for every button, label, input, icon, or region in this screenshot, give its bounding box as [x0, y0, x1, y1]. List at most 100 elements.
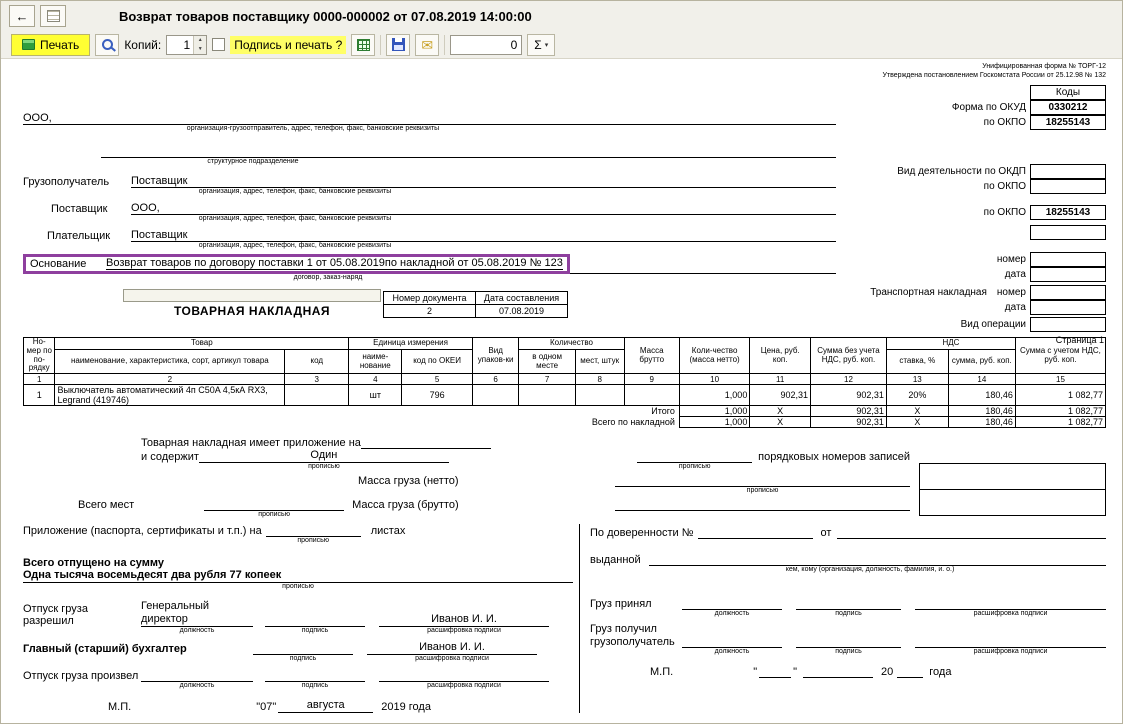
appendix-sheets-blank: [266, 524, 361, 537]
grand-total-row: Всего по накладной 1,000 X 902,31 X 180,…: [24, 417, 1106, 428]
page-number: Страница 1: [838, 335, 1106, 345]
position-caption-3: должность: [682, 610, 782, 619]
sign-print-checkbox[interactable]: [212, 38, 225, 51]
table-grid-icon: [357, 39, 370, 51]
goods-row: 1 Выключатель автоматический 4п C50A 4,5…: [24, 385, 1106, 406]
col-price-header: Цена, руб. коп.: [750, 338, 811, 374]
spin-up-icon[interactable]: ▲: [194, 36, 206, 45]
counter-input[interactable]: [450, 35, 522, 55]
consignee-value: Поставщик: [131, 175, 187, 187]
basis-highlight-box: Основание Возврат товаров по договору по…: [23, 254, 570, 274]
app-window: ← Возврат товаров поставщику 0000-000002…: [0, 0, 1123, 724]
colnum-3: 3: [285, 374, 349, 385]
number-date-table: Номер документа Дата составления 2 07.08…: [383, 291, 568, 318]
cell-pack: [472, 385, 519, 406]
totals-x2: X: [886, 406, 948, 417]
mass-net-blank: [615, 474, 910, 487]
basis-date-box: [1030, 267, 1106, 282]
proxy-label: По доверенности №: [590, 527, 694, 539]
sum-button[interactable]: Σ ▾: [527, 34, 555, 56]
codes-title-box: Коды: [1030, 85, 1106, 100]
made-position-blank: [141, 669, 253, 682]
propisyu-caption-4: прописью: [204, 511, 344, 520]
col-name-header: наименование, характеристика, сорт, арти…: [55, 350, 285, 374]
sign-print-label[interactable]: Подпись и печать ?: [230, 36, 346, 54]
spin-down-icon[interactable]: ▼: [194, 45, 206, 54]
email-button[interactable]: ✉: [415, 34, 439, 56]
save-button[interactable]: [386, 34, 410, 56]
issued-blank: [649, 553, 1106, 566]
appendix-sheets-field: прописью: [266, 524, 361, 546]
window-title: Возврат товаров поставщику 0000-000002 о…: [119, 9, 532, 24]
print-preview-document: Унифицированная форма № ТОРГ-12 Утвержде…: [1, 59, 1122, 723]
total-sum-label: Всего отпущено на сумму: [23, 554, 573, 569]
basis-date-label: дата: [1005, 269, 1026, 280]
mass-gross-box: [919, 489, 1106, 516]
copies-input[interactable]: [167, 36, 193, 54]
sheets-label: листах: [371, 525, 406, 537]
page-icon: [47, 10, 60, 22]
totals-sum: 902,31: [811, 406, 887, 417]
total-sum-words: Одна тысяча восемьдесят два рубля 77 коп…: [23, 569, 573, 583]
form-header: Унифицированная форма № ТОРГ-12 Утвержде…: [23, 63, 1106, 337]
accepted-decode-field: расшифровка подписи: [915, 597, 1106, 619]
payer-value: Поставщик: [131, 229, 187, 241]
sign-caption-2: подпись: [253, 655, 353, 664]
footer-lower-block: Приложение (паспорта, сертификаты и т.п.…: [23, 524, 1106, 713]
mass-net-field: прописью: [615, 474, 910, 496]
release-name-value: Иванов И. И.: [379, 613, 549, 627]
codes-column: Коды Форма по ОКУД0330212 по ОКПО1825514…: [838, 85, 1106, 345]
okdp-value-box: [1030, 164, 1106, 179]
supplier-value: ООО,: [131, 202, 160, 214]
made-decode-field: расшифровка подписи: [379, 669, 549, 691]
sigma-icon: Σ: [534, 38, 541, 52]
basis-underline: [570, 261, 836, 274]
totals-row: Итого 1,000 X 902,31 X 180,46 1 082,77: [24, 406, 1106, 417]
propisyu-caption-6: прописью: [23, 583, 573, 592]
report-settings-button[interactable]: [351, 34, 375, 56]
sender-caption: организация-грузоотправитель, адрес, тел…: [123, 125, 503, 132]
transport-date-label: дата: [1005, 302, 1026, 313]
grand-x1: X: [750, 417, 811, 428]
contains-count-field: Один прописью: [199, 449, 449, 472]
back-button[interactable]: ←: [9, 5, 35, 27]
basis-number-box: [1030, 252, 1106, 267]
activity-okdp-label: Вид деятельности по ОКДП: [897, 166, 1026, 177]
okpo-label-consignee: по ОКПО: [984, 181, 1026, 192]
release-name-field: Иванов И. И. расшифровка подписи: [379, 613, 549, 636]
received-position-field: должность: [682, 635, 782, 657]
colnum-15: 15: [1015, 374, 1105, 385]
transport-number-box: [1030, 285, 1106, 300]
totals-x1: X: [750, 406, 811, 417]
printer-icon: [22, 39, 35, 50]
titlebar: ← Возврат товаров поставщику 0000-000002…: [1, 1, 1122, 31]
accepted-sign-blank: [796, 597, 901, 610]
consignee-label: Грузополучатель: [23, 176, 127, 188]
doc-date-header: Дата составления: [476, 291, 568, 304]
date-year: 2019 года: [381, 701, 431, 713]
colnum-6: 6: [472, 374, 519, 385]
col-gross-header: Масса брутто: [624, 338, 679, 374]
copies-spin-arrows: ▲ ▼: [193, 36, 206, 54]
preview-button[interactable]: [95, 34, 119, 56]
footer-left-column: Приложение (паспорта, сертификаты и т.п.…: [23, 524, 579, 713]
print-button[interactable]: Печать: [11, 34, 90, 56]
release-position-value: Генеральный директор: [141, 600, 253, 627]
copies-label: Копий:: [124, 38, 161, 52]
colnum-4: 4: [349, 374, 402, 385]
okud-value-box: 0330212: [1030, 100, 1106, 115]
structural-caption: структурное подразделение: [123, 158, 383, 165]
okud-label: Форма по ОКУД: [952, 102, 1026, 113]
col-qty-group: Количество: [519, 338, 624, 350]
transport-waybill-label: Транспортная накладная: [870, 287, 987, 298]
col-pack-header: Вид упаков-ки: [472, 338, 519, 374]
col-code-header: код: [285, 350, 349, 374]
copies-stepper: ▲ ▼: [166, 35, 207, 55]
sender-value: ООО,: [23, 112, 52, 124]
accountant-name-field: Иванов И. И. расшифровка подписи: [367, 641, 537, 664]
cargo-accepted-label: Груз принял: [590, 598, 682, 610]
col-vatrate-header: ставка, %: [886, 350, 948, 374]
col-unit-group: Единица измерения: [349, 338, 473, 350]
toolbar: Печать Копий: ▲ ▼ Подпись и печать ? ✉ Σ…: [1, 31, 1122, 59]
document-icon-button[interactable]: [40, 5, 66, 27]
